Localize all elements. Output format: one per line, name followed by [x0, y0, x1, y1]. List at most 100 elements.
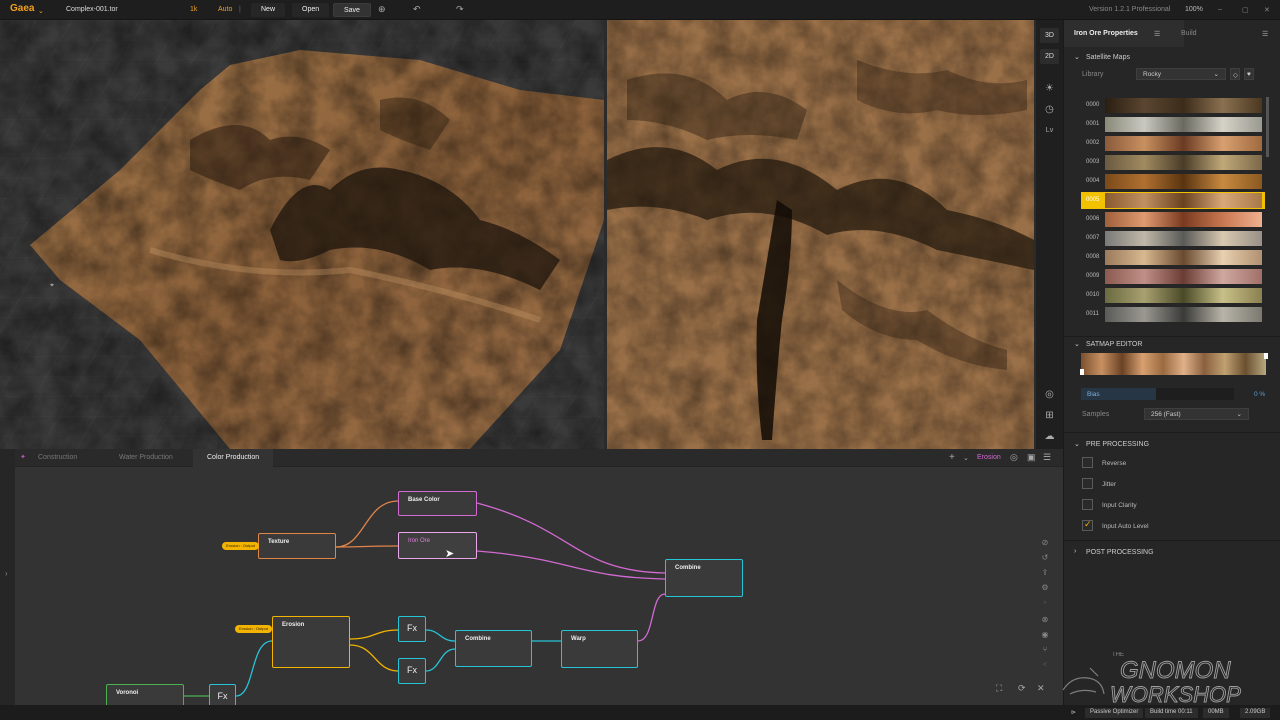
top-bar: Gaea ⌄ Complex-001.tor 1k Auto | New Ope… — [0, 0, 1280, 20]
chevron-down-icon[interactable]: ⌄ — [38, 7, 44, 15]
panel-toggle-icon[interactable]: ⊳ — [1066, 708, 1081, 718]
node-iron-ore[interactable]: Iron Ore — [398, 532, 477, 559]
node-fx-2[interactable]: Fx — [398, 658, 426, 684]
chevron-down-icon[interactable]: ⌄ — [963, 454, 969, 462]
chevron-down-icon[interactable]: ⌄ — [1074, 53, 1080, 61]
input-auto-level-checkbox[interactable]: ✓ — [1082, 519, 1093, 531]
active-node-label[interactable]: Erosion — [977, 454, 1001, 461]
snapshot-icon[interactable]: ▣ — [1027, 452, 1036, 463]
redo-icon[interactable]: ↷ — [456, 4, 464, 15]
compass-icon[interactable]: ◎ — [1042, 387, 1057, 402]
share-icon[interactable]: < — [1039, 660, 1051, 672]
link-icon[interactable]: ⊗ — [1039, 615, 1051, 627]
panel-menu-icon[interactable]: ☰ — [1262, 30, 1268, 38]
node-voronoi[interactable]: Voronoi — [106, 684, 184, 705]
node-erosion[interactable]: Erosion — [272, 616, 350, 668]
swatch-scrollbar[interactable] — [1266, 97, 1269, 157]
node-graph[interactable]: Base Color Iron Ore ➤ Texture Erosion : … — [15, 449, 1063, 705]
tab-color-production[interactable]: Color Production — [193, 449, 274, 467]
maximize-icon[interactable]: ▢ — [1242, 6, 1249, 14]
node-fx-3[interactable]: Fx — [209, 684, 236, 705]
eye-icon[interactable]: ◉ — [1039, 630, 1051, 642]
viewport-2d[interactable] — [607, 20, 1034, 449]
node-base-color[interactable]: Base Color — [398, 491, 477, 516]
export-icon[interactable]: ⇪ — [1039, 568, 1051, 580]
bias-slider[interactable]: Bias — [1081, 388, 1234, 400]
swatch-row[interactable]: 0010 — [1081, 287, 1265, 304]
open-button[interactable]: Open — [292, 3, 330, 17]
disable-icon[interactable]: ⊘ — [1039, 538, 1051, 550]
resolution-select[interactable]: 1k — [190, 6, 197, 13]
clock-icon[interactable]: ◷ — [1042, 102, 1057, 117]
node-combine-mid[interactable]: Combine — [455, 630, 532, 667]
node-combine-output[interactable]: Combine — [665, 559, 743, 597]
add-icon[interactable]: ⊕ — [378, 4, 386, 15]
swatch-row[interactable]: 0001 — [1081, 116, 1265, 133]
tab-properties[interactable]: Iron Ore Properties — [1074, 30, 1138, 37]
swatch-row[interactable]: 0009 — [1081, 268, 1265, 285]
library-select[interactable]: Rocky ⌄ — [1136, 68, 1226, 80]
terrain-2d-render — [607, 20, 1034, 449]
swatch-row[interactable]: 0000 — [1081, 97, 1265, 114]
close-icon[interactable]: ✕ — [1264, 6, 1270, 14]
target-icon[interactable]: ◎ — [1010, 452, 1018, 463]
chevron-down-icon[interactable]: ⌄ — [1074, 340, 1080, 348]
satmap-gradient[interactable] — [1081, 353, 1266, 375]
chevron-down-icon: ⌄ — [1213, 71, 1219, 78]
fit-view-icon[interactable]: ⛶ — [996, 683, 1002, 694]
reverse-checkbox[interactable] — [1082, 457, 1093, 468]
auto-toggle[interactable]: Auto — [218, 6, 232, 13]
undo-icon[interactable]: ↶ — [413, 4, 421, 15]
chevron-right-icon[interactable]: › — [1074, 548, 1076, 555]
zoom-level[interactable]: 100% — [1185, 6, 1203, 13]
settings-icon[interactable]: ⚙ — [1039, 583, 1051, 595]
node-texture[interactable]: Texture — [258, 533, 336, 559]
heart-icon[interactable]: ♥ — [1244, 68, 1254, 80]
gradient-stop-left[interactable] — [1080, 369, 1084, 375]
input-clarity-checkbox[interactable] — [1082, 499, 1093, 510]
jitter-checkbox[interactable] — [1082, 478, 1093, 489]
tab-construction[interactable]: Construction — [24, 449, 91, 467]
swatch-row[interactable]: 0007 — [1081, 230, 1265, 247]
menu-icon[interactable]: ☰ — [1154, 30, 1160, 38]
new-button[interactable]: New — [251, 3, 286, 17]
lv-button[interactable]: Lv — [1042, 123, 1057, 138]
swatch-row[interactable]: 0005 — [1081, 192, 1265, 209]
swatch-row[interactable]: 0011 — [1081, 306, 1265, 323]
chevron-down-icon[interactable]: ⌄ — [1074, 440, 1080, 448]
bypass-icon[interactable]: ↺ — [1039, 553, 1051, 565]
graph-menu-icon[interactable]: ☰ — [1043, 452, 1051, 463]
erosion-input-pill[interactable]: Erosion : Output — [235, 625, 272, 633]
grid-icon[interactable]: ⊞ — [1042, 408, 1057, 423]
expand-icon[interactable]: › — [5, 569, 8, 578]
samples-select[interactable]: 256 (Fast) ⌄ — [1144, 408, 1249, 420]
add-node-icon[interactable]: + — [949, 452, 955, 463]
tab-water-production[interactable]: Water Production — [105, 449, 187, 467]
minimize-icon[interactable]: – — [1218, 6, 1222, 13]
dot-icon[interactable]: ∘ — [1039, 598, 1051, 610]
swatch-row[interactable]: 0004 — [1081, 173, 1265, 190]
swatch-row[interactable]: 0006 — [1081, 211, 1265, 228]
tab-build[interactable]: Build — [1181, 30, 1197, 37]
swatch-row[interactable]: 0008 — [1081, 249, 1265, 266]
chevron-down-icon: ⌄ — [1236, 411, 1242, 418]
swatch-row[interactable]: 0003 — [1081, 154, 1265, 171]
save-button[interactable]: Save — [333, 3, 371, 17]
refresh-icon[interactable]: ⟳ — [1018, 683, 1026, 694]
viewport-3d[interactable]: ⌖ — [0, 20, 604, 449]
favorite-add-icon[interactable]: ◇ — [1230, 68, 1240, 80]
view-3d-button[interactable]: 3D — [1040, 28, 1059, 43]
passive-optimizer-button[interactable]: Passive Optimizer — [1085, 708, 1144, 718]
branch-icon[interactable]: ⑂ — [1039, 645, 1051, 657]
swatch-row[interactable]: 0002 — [1081, 135, 1265, 152]
samples-label: Samples — [1082, 411, 1110, 418]
collapse-icon[interactable]: ✕ — [1037, 683, 1045, 694]
node-fx-1[interactable]: Fx — [398, 616, 426, 642]
texture-input-pill[interactable]: Erosion : Output — [222, 542, 259, 550]
sun-icon[interactable]: ☀ — [1042, 81, 1057, 96]
gradient-stop-right[interactable] — [1264, 353, 1268, 359]
view-2d-button[interactable]: 2D — [1040, 49, 1059, 64]
cloud-icon[interactable]: ☁ — [1042, 429, 1057, 444]
app-logo[interactable]: Gaea — [10, 3, 34, 14]
node-warp[interactable]: Warp — [561, 630, 638, 668]
